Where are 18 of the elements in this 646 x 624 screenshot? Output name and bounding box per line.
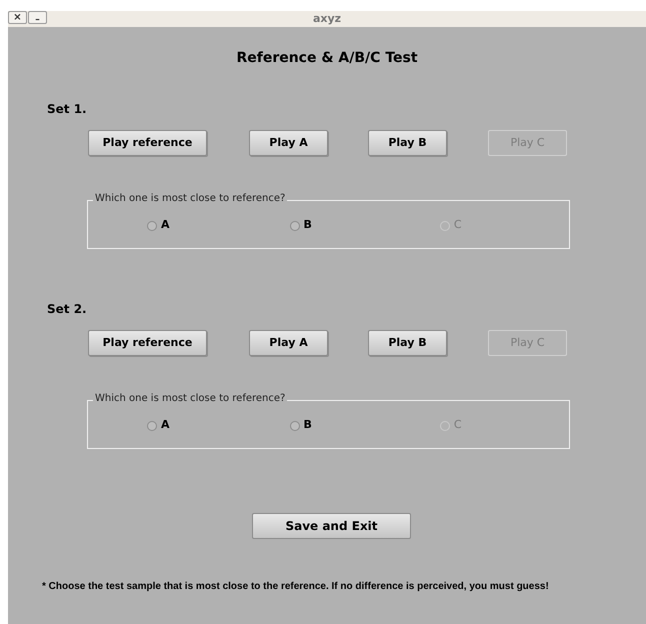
radio-option[interactable]: B xyxy=(290,217,312,234)
play-button[interactable]: Play B xyxy=(368,130,447,156)
set-label: Set 2. xyxy=(47,302,87,316)
radio-option[interactable]: A xyxy=(147,217,170,234)
play-button[interactable]: Play A xyxy=(249,330,328,356)
radio-option[interactable]: B xyxy=(290,417,312,434)
heading: Reference & A/B/C Test xyxy=(236,49,418,68)
play-button[interactable]: Play reference xyxy=(88,130,207,156)
play-button[interactable]: Play B xyxy=(368,330,447,356)
play-button[interactable]: Play A xyxy=(249,130,328,156)
radio-option[interactable]: A xyxy=(147,417,170,434)
minimize-button[interactable]: – xyxy=(28,11,47,24)
footnote: * Choose the test sample that is most close to the reference. If no difference is perceived, you must guess! xyxy=(42,581,549,592)
window-title: axyz xyxy=(312,10,342,27)
set-label: Set 1. xyxy=(47,102,87,116)
close-button[interactable]: × xyxy=(8,11,27,24)
play-button[interactable]: Play reference xyxy=(88,330,207,356)
save-exit-button[interactable]: Save and Exit xyxy=(252,513,411,539)
